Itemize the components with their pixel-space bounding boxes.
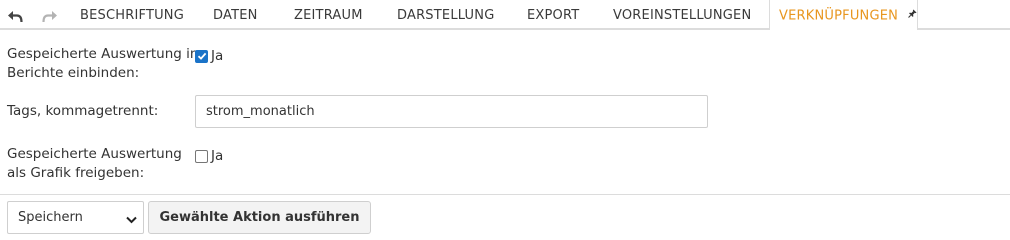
tags-input[interactable] (195, 95, 708, 128)
tab-daten[interactable]: DATEN (213, 0, 258, 30)
tab-voreinstellungen[interactable]: VOREINSTELLUNGEN (613, 0, 751, 30)
share-graphic-label-line2: als Grafik freigeben: (7, 165, 145, 181)
share-graphic-label-line1: Gespeicherte Auswertung (7, 146, 182, 162)
include-reports-label-line2: Berichte einbinden: (7, 65, 140, 81)
include-reports-label-line1: Gespeicherte Auswertung in (7, 46, 199, 62)
undo-icon[interactable] (5, 6, 25, 26)
include-reports-label: Gespeicherte Auswertung in Berichte einb… (7, 45, 198, 83)
execute-action-button[interactable]: Gewählte Aktion ausführen (148, 201, 371, 234)
tab-export[interactable]: EXPORT (527, 0, 579, 30)
tags-label: Tags, kommagetrennt: (7, 103, 159, 119)
share-graphic-checkbox-label[interactable]: Ja (211, 148, 223, 164)
tab-verknuepfungen[interactable]: VERKNÜPFUNGEN (769, 0, 918, 30)
share-graphic-checkbox[interactable] (195, 149, 208, 163)
tab-verknuepfungen-label: VERKNÜPFUNGEN (779, 8, 899, 24)
include-reports-checkbox-label[interactable]: Ja (211, 48, 223, 64)
tab-bar: BESCHRIFTUNG DATEN ZEITRAUM DARSTELLUNG … (0, 0, 1010, 30)
tab-darstellung[interactable]: DARSTELLUNG (397, 0, 494, 30)
tab-beschriftung[interactable]: BESCHRIFTUNG (80, 0, 184, 30)
tab-zeitraum[interactable]: ZEITRAUM (294, 0, 363, 30)
include-reports-option: Ja (195, 48, 223, 64)
footer-divider (0, 194, 1010, 195)
action-select[interactable]: Speichern (7, 201, 144, 234)
include-reports-checkbox[interactable] (195, 49, 208, 63)
pin-icon[interactable] (908, 0, 917, 31)
share-graphic-label: Gespeicherte Auswertung als Grafik freig… (7, 145, 182, 183)
share-graphic-option: Ja (195, 148, 223, 164)
chevron-down-icon (126, 213, 137, 228)
action-select-value: Speichern (18, 210, 83, 225)
redo-icon[interactable] (40, 6, 60, 26)
